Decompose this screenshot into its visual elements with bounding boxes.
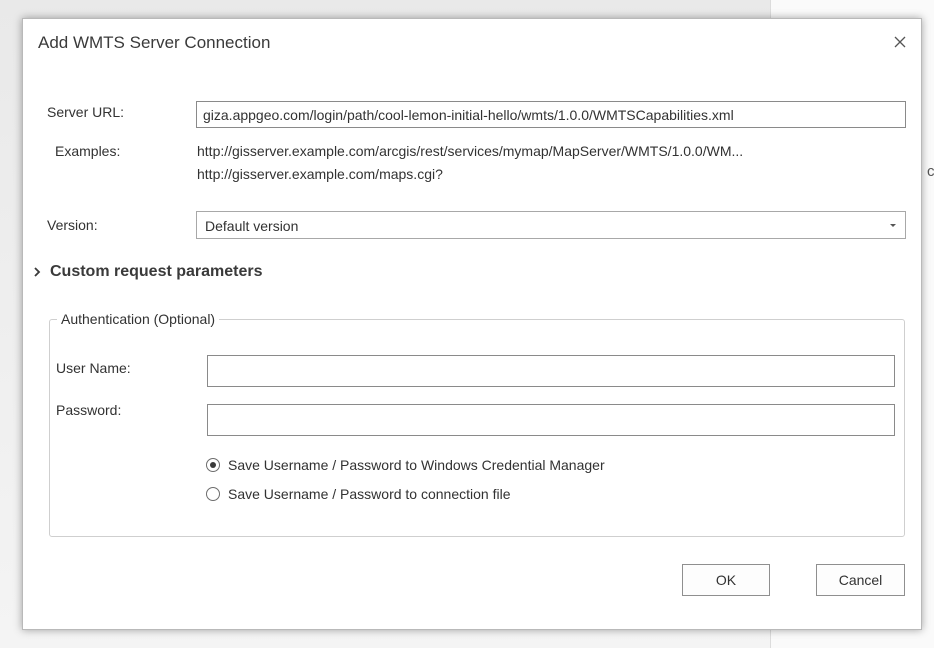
server-url-label: Server URL: [47, 104, 125, 120]
chevron-down-icon [890, 224, 896, 227]
chevron-right-icon [34, 267, 41, 277]
dialog-titlebar: Add WMTS Server Connection [23, 19, 921, 67]
custom-parameters-expander[interactable]: Custom request parameters [33, 263, 263, 281]
examples-label: Examples: [55, 143, 121, 159]
radio-button-selected[interactable] [206, 458, 220, 472]
radio-label-credential-manager: Save Username / Password to Windows Cred… [228, 457, 605, 473]
close-icon [894, 36, 906, 48]
background-text: c [927, 163, 934, 180]
server-url-input[interactable] [196, 101, 906, 128]
version-selected-value: Default version [205, 218, 299, 234]
username-label: User Name: [56, 360, 131, 376]
ok-button[interactable]: OK [682, 564, 770, 596]
version-dropdown[interactable]: Default version [196, 211, 906, 239]
password-input[interactable] [207, 404, 895, 436]
authentication-legend: Authentication (Optional) [57, 311, 220, 327]
username-input[interactable] [207, 355, 895, 387]
password-label: Password: [56, 402, 122, 418]
radio-button-unselected[interactable] [206, 487, 220, 501]
cancel-button[interactable]: Cancel [816, 564, 905, 596]
wmts-connection-dialog: Add WMTS Server Connection Server URL: E… [22, 18, 922, 630]
example-url-2: http://gisserver.example.com/maps.cgi? [197, 166, 443, 182]
radio-save-credential-manager[interactable]: Save Username / Password to Windows Cred… [206, 457, 605, 473]
close-button[interactable] [887, 29, 913, 55]
version-label: Version: [47, 217, 98, 233]
custom-parameters-label: Custom request parameters [50, 263, 263, 280]
dialog-title: Add WMTS Server Connection [38, 33, 271, 52]
radio-label-connection-file: Save Username / Password to connection f… [228, 486, 511, 502]
radio-save-connection-file[interactable]: Save Username / Password to connection f… [206, 486, 510, 502]
example-url-1: http://gisserver.example.com/arcgis/rest… [197, 143, 744, 159]
